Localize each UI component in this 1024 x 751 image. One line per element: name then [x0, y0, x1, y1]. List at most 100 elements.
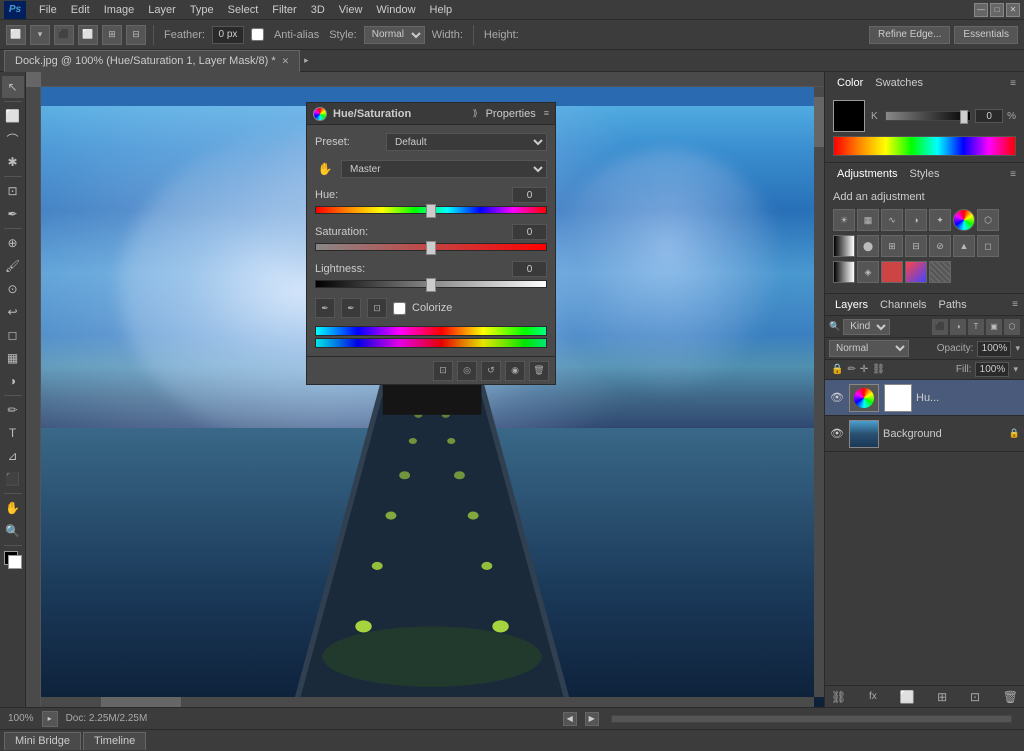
- menu-type[interactable]: Type: [183, 2, 221, 18]
- marquee-rect-icon[interactable]: ⬜: [6, 25, 26, 45]
- hue-track[interactable]: [315, 206, 547, 214]
- path-select-tool[interactable]: ⊿: [2, 445, 24, 467]
- horizontal-scrollbar-thumb[interactable]: [101, 697, 181, 707]
- vibrance-icon[interactable]: ✦: [929, 209, 951, 231]
- zoom-tool[interactable]: 🔍: [2, 520, 24, 542]
- horizontal-scrollbar[interactable]: [41, 697, 814, 707]
- color-spectrum-bar[interactable]: [833, 136, 1016, 156]
- history-brush[interactable]: ↩: [2, 301, 24, 323]
- k-thumb[interactable]: [960, 110, 968, 124]
- lightness-value-input[interactable]: [512, 261, 547, 277]
- layers-fx-icon[interactable]: fx: [869, 691, 877, 702]
- essentials-button[interactable]: Essentials: [954, 26, 1018, 44]
- menu-layer[interactable]: Layer: [141, 2, 183, 18]
- saturation-track[interactable]: [315, 243, 547, 251]
- fill-arrow-icon[interactable]: ▾: [1013, 364, 1018, 375]
- timeline-scrubber[interactable]: [611, 715, 1012, 723]
- layers-new-icon[interactable]: ⊡: [970, 690, 980, 704]
- tool-option-3[interactable]: ⊞: [102, 25, 122, 45]
- menu-3d[interactable]: 3D: [304, 2, 332, 18]
- marquee-options-icon[interactable]: ▾: [30, 25, 50, 45]
- fill-input[interactable]: [975, 362, 1009, 377]
- menu-view[interactable]: View: [332, 2, 370, 18]
- lock-image-icon[interactable]: ✏: [847, 364, 855, 375]
- quick-select-tool[interactable]: ✱: [2, 151, 24, 173]
- refine-edge-button[interactable]: Refine Edge...: [869, 26, 950, 44]
- properties-visibility-icon[interactable]: ◉: [505, 361, 525, 381]
- pen-tool[interactable]: ✏: [2, 399, 24, 421]
- levels-icon[interactable]: ▦: [857, 209, 879, 231]
- brightness-icon[interactable]: ☀: [833, 209, 855, 231]
- menu-image[interactable]: Image: [97, 2, 142, 18]
- document-tab[interactable]: Dock.jpg @ 100% (Hue/Saturation 1, Layer…: [4, 50, 300, 72]
- channel-mixer-icon[interactable]: ⊞: [881, 235, 903, 257]
- layers-delete-icon[interactable]: 🗑: [1003, 690, 1018, 704]
- curves-icon[interactable]: ∿: [881, 209, 903, 231]
- hue-sat-adj-icon[interactable]: [953, 209, 975, 231]
- filter-smart-icon[interactable]: ⬡: [1004, 319, 1020, 335]
- sample-add-icon[interactable]: ✒: [315, 298, 335, 318]
- feather-input[interactable]: [212, 26, 244, 44]
- layer-kind-select[interactable]: Kind: [843, 319, 890, 335]
- background-color[interactable]: [8, 555, 22, 569]
- style-select[interactable]: Normal: [364, 26, 425, 44]
- properties-delete-icon[interactable]: 🗑: [529, 361, 549, 381]
- channel-select[interactable]: Master: [341, 160, 547, 178]
- mini-bridge-tab[interactable]: Mini Bridge: [4, 732, 81, 750]
- layer-visibility-background[interactable]: 👁: [829, 426, 845, 442]
- properties-clip-icon[interactable]: ⊡: [433, 361, 453, 381]
- k-value-input[interactable]: [975, 109, 1003, 123]
- document-tab-close[interactable]: ✕: [282, 56, 290, 67]
- photo-filter-icon[interactable]: ⬤: [857, 235, 879, 257]
- lasso-tool[interactable]: ⌒: [2, 128, 24, 150]
- eyedropper-tool[interactable]: ✒: [2, 203, 24, 225]
- pattern-fill-icon[interactable]: [929, 261, 951, 283]
- gradient-tool[interactable]: ▦: [2, 347, 24, 369]
- adjustments-tab[interactable]: Adjustments: [833, 166, 902, 182]
- saturation-value-input[interactable]: [512, 224, 547, 240]
- current-color-swatch[interactable]: [833, 100, 865, 132]
- maximize-button[interactable]: □: [990, 3, 1004, 17]
- close-button[interactable]: ✕: [1006, 3, 1020, 17]
- blend-mode-select[interactable]: Normal: [829, 340, 909, 357]
- brush-tool[interactable]: 🖌: [2, 255, 24, 277]
- marquee-tool[interactable]: ⬜: [2, 105, 24, 127]
- minimize-button[interactable]: —: [974, 3, 988, 17]
- hue-value-input[interactable]: [512, 187, 547, 203]
- clone-tool[interactable]: ⊙: [2, 278, 24, 300]
- k-track[interactable]: [885, 111, 971, 121]
- menu-select[interactable]: Select: [221, 2, 266, 18]
- lock-position-icon[interactable]: ✛: [860, 364, 868, 375]
- exposure-icon[interactable]: ◑: [905, 209, 927, 231]
- opacity-input[interactable]: [977, 341, 1011, 357]
- channels-tab[interactable]: Channels: [876, 297, 930, 313]
- menu-filter[interactable]: Filter: [265, 2, 303, 18]
- antialias-checkbox[interactable]: [251, 28, 264, 41]
- menu-help[interactable]: Help: [423, 2, 460, 18]
- eraser-tool[interactable]: ◻: [2, 324, 24, 346]
- lock-all-icon[interactable]: ⛓: [872, 364, 885, 375]
- selective-color-icon[interactable]: ◈: [857, 261, 879, 283]
- vertical-scrollbar-thumb[interactable]: [814, 97, 824, 147]
- colorize-checkbox[interactable]: [393, 302, 406, 315]
- filter-pixel-icon[interactable]: ⬛: [932, 319, 948, 335]
- preset-select[interactable]: Default: [386, 133, 547, 151]
- lock-transparent-icon[interactable]: 🔒: [831, 364, 843, 375]
- lightness-track[interactable]: [315, 280, 547, 288]
- color-panel-menu[interactable]: ≡: [1010, 78, 1016, 89]
- color-lookup-icon[interactable]: ⊟: [905, 235, 927, 257]
- lightness-thumb[interactable]: [426, 278, 436, 292]
- layer-row-hue-sat[interactable]: 👁 Hu...: [825, 380, 1024, 416]
- invert-icon[interactable]: ⊘: [929, 235, 951, 257]
- filter-type-icon[interactable]: T: [968, 319, 984, 335]
- status-arrow-icon[interactable]: ▸: [42, 711, 58, 727]
- properties-view-icon[interactable]: ◎: [457, 361, 477, 381]
- move-tool[interactable]: ↖: [2, 76, 24, 98]
- swatches-tab[interactable]: Swatches: [871, 75, 927, 91]
- filter-shape-icon[interactable]: ▣: [986, 319, 1002, 335]
- color-balance-icon[interactable]: ⬡: [977, 209, 999, 231]
- gradient-map-icon[interactable]: [833, 261, 855, 283]
- gradient-fill-icon[interactable]: [905, 261, 927, 283]
- menu-window[interactable]: Window: [369, 2, 422, 18]
- sample-subtract-icon[interactable]: ✒: [341, 298, 361, 318]
